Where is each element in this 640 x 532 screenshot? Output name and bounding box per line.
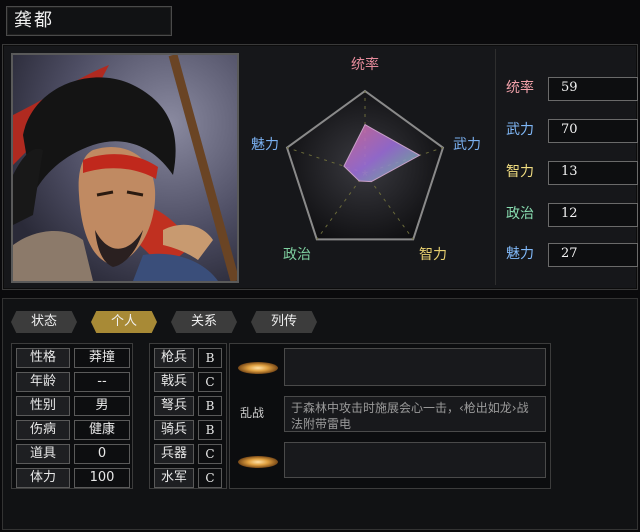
skill-slot-3-icon: [238, 456, 278, 468]
radar-label-int: 智力: [419, 247, 447, 263]
personal-value: 健康: [74, 420, 130, 440]
troop-row-cavalry: 骑兵 B: [154, 420, 222, 440]
troop-label: 戟兵: [154, 372, 194, 392]
skill-description: 于森林中攻击时施展会心一击，‹枪出如龙›战法附带雷电: [291, 401, 529, 431]
stat-row-war: 武力 70: [506, 119, 638, 143]
troop-grade: C: [198, 372, 222, 392]
skill-slot-2[interactable]: 于森林中攻击时施展会心一击，‹枪出如龙›战法附带雷电: [284, 396, 546, 432]
tab-status[interactable]: 状态: [11, 311, 77, 333]
troop-grade: B: [198, 348, 222, 368]
personal-value: 男: [74, 396, 130, 416]
personal-row-personality: 性格 莽撞: [16, 348, 130, 368]
detail-panel: 状态 个人 关系 列传 性格 莽撞 年龄 -- 性别 男 伤病 健康 道具 0: [2, 298, 638, 530]
skill-slot-1[interactable]: [284, 348, 546, 386]
stat-value-intelligence: 13: [548, 161, 638, 185]
stat-row-intelligence: 智力 13: [506, 161, 638, 185]
stat-value-leadership: 59: [548, 77, 638, 101]
skill-slot-1-icon: [238, 362, 278, 374]
stat-row-charisma: 魅力 27: [506, 243, 638, 267]
troop-grade: C: [198, 444, 222, 464]
personal-label: 道具: [16, 444, 70, 464]
personal-value: --: [74, 372, 130, 392]
attribute-list: 统率 59 武力 70 智力 13 政治 12 魅力 27: [495, 49, 638, 285]
skill-name-luanzhan: 乱战: [240, 406, 265, 420]
troop-label: 枪兵: [154, 348, 194, 368]
stat-value-war: 70: [548, 119, 638, 143]
attribute-radar-chart: 统率武力智力 政治 魅力: [241, 49, 489, 285]
personal-value: 100: [74, 468, 130, 488]
tab-personal[interactable]: 个人: [91, 311, 157, 333]
personal-label: 性别: [16, 396, 70, 416]
portrait-image: [13, 55, 237, 281]
stat-label-politics: 政治: [506, 206, 534, 222]
stat-label-war: 武力: [506, 122, 534, 138]
troop-row-navy: 水军 C: [154, 468, 222, 488]
radar-label-pol: 政治: [283, 247, 311, 263]
personal-row-items: 道具 0: [16, 444, 130, 464]
radar-label-chr: 魅力: [251, 137, 279, 153]
stat-label-leadership: 统率: [506, 80, 534, 96]
troop-grade: C: [198, 468, 222, 488]
stat-label-intelligence: 智力: [506, 164, 534, 180]
radar-svg: 统率武力智力 政治 魅力: [251, 56, 481, 263]
troop-grade: B: [198, 396, 222, 416]
personal-info-box: 性格 莽撞 年龄 -- 性别 男 伤病 健康 道具 0 体力 100: [11, 343, 133, 489]
radar-label-war: 武力: [453, 137, 481, 153]
personal-row-gender: 性别 男: [16, 396, 130, 416]
personal-row-stamina: 体力 100: [16, 468, 130, 488]
stat-value-politics: 12: [548, 203, 638, 227]
personal-label: 性格: [16, 348, 70, 368]
personal-row-injury: 伤病 健康: [16, 420, 130, 440]
tab-relations[interactable]: 关系: [171, 311, 237, 333]
personal-label: 年龄: [16, 372, 70, 392]
officer-portrait: [11, 53, 239, 283]
troop-label: 水军: [154, 468, 194, 488]
personal-value: 莽撞: [74, 348, 130, 368]
personal-value: 0: [74, 444, 130, 464]
stat-row-politics: 政治 12: [506, 203, 638, 227]
personal-row-age: 年龄 --: [16, 372, 130, 392]
radar-label-lead: 统率: [351, 56, 379, 73]
troop-row-crossbow: 弩兵 B: [154, 396, 222, 416]
troop-row-spear: 枪兵 B: [154, 348, 222, 368]
tab-biography[interactable]: 列传: [251, 311, 317, 333]
tab-relations-label: 关系: [190, 314, 217, 329]
troop-row-siege: 兵器 C: [154, 444, 222, 464]
stat-label-charisma: 魅力: [506, 246, 534, 262]
officer-overview-panel: 统率 武力 智力 政治 魅力 统率 59 武力 70 智力 13 政治 12 魅力 27: [2, 44, 638, 290]
troop-label: 弩兵: [154, 396, 194, 416]
stat-row-leadership: 统率 59: [506, 77, 638, 101]
troop-label: 兵器: [154, 444, 194, 464]
troop-aptitude-box: 枪兵 B 戟兵 C 弩兵 B 骑兵 B 兵器 C 水军 C: [149, 343, 227, 489]
tab-biography-label: 列传: [270, 314, 297, 329]
officer-name: 龚都: [14, 10, 54, 31]
skills-box: 乱战 于森林中攻击时施展会心一击，‹枪出如龙›战法附带雷电: [229, 343, 551, 489]
troop-label: 骑兵: [154, 420, 194, 440]
personal-label: 体力: [16, 468, 70, 488]
troop-grade: B: [198, 420, 222, 440]
stat-value-charisma: 27: [548, 243, 638, 267]
troop-row-halberd: 戟兵 C: [154, 372, 222, 392]
tab-status-label: 状态: [30, 314, 57, 329]
skill-slot-3[interactable]: [284, 442, 546, 478]
personal-label: 伤病: [16, 420, 70, 440]
tab-personal-label: 个人: [110, 314, 137, 329]
